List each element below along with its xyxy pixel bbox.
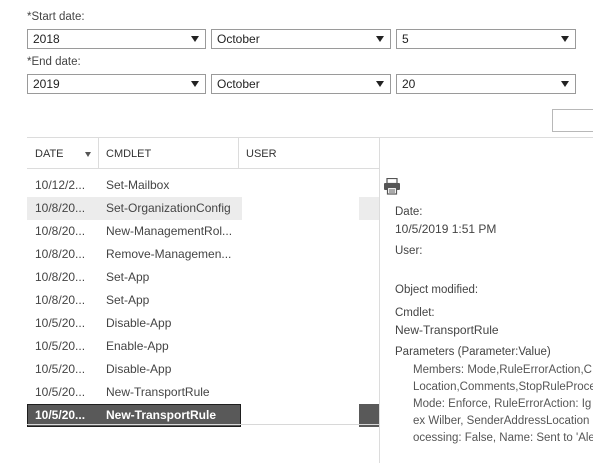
chevron-down-icon <box>376 36 384 42</box>
chevron-down-icon <box>561 36 569 42</box>
chevron-down-icon <box>191 36 199 42</box>
row-cmdlet: New-ManagementRol... <box>106 224 233 238</box>
row-date: 10/5/20... <box>35 362 86 376</box>
printer-icon[interactable] <box>383 178 401 195</box>
end-year-select[interactable]: 2019 <box>27 74 206 94</box>
row-date: 10/8/20... <box>35 293 86 307</box>
detail-date-label: Date: <box>395 206 423 218</box>
row-hover-highlight <box>359 197 379 220</box>
row-cmdlet: Disable-App <box>106 316 172 330</box>
table-row[interactable]: 10/5/20... Enable-App <box>27 335 379 358</box>
row-date: 10/5/20... <box>35 339 86 353</box>
start-day-value: 5 <box>402 32 409 46</box>
column-header-user-label: USER <box>246 148 277 160</box>
start-date-label: *Start date: <box>27 11 85 23</box>
table-row[interactable]: 10/8/20... Set-App <box>27 266 379 289</box>
detail-cmdlet-label: Cmdlet: <box>395 307 435 319</box>
start-year-select[interactable]: 2018 <box>27 29 206 49</box>
detail-param-line: Location,Comments,StopRuleProce <box>413 381 593 393</box>
row-cmdlet: Disable-App <box>106 362 172 376</box>
row-cmdlet: Enable-App <box>106 339 169 353</box>
column-header-cmdlet-label: CMDLET <box>106 148 152 160</box>
start-day-select[interactable]: 5 <box>396 29 576 49</box>
start-year-value: 2018 <box>33 32 60 46</box>
audit-list: 10/12/2... Set-Mailbox 10/8/20... Set-Or… <box>27 174 379 427</box>
detail-user-label: User: <box>395 245 423 257</box>
row-date: 10/5/20... <box>35 316 86 330</box>
table-row[interactable]: 10/8/20... Set-OrganizationConfig <box>27 197 379 220</box>
table-row[interactable]: 10/5/20... Disable-App <box>27 312 379 335</box>
row-date: 10/5/20... <box>35 385 86 399</box>
column-header-cmdlet[interactable]: CMDLET <box>98 138 238 169</box>
end-month-value: October <box>217 77 260 91</box>
row-cmdlet: Remove-Managemen... <box>106 247 232 261</box>
column-header-date[interactable]: DATE <box>27 138 98 169</box>
end-month-select[interactable]: October <box>211 74 391 94</box>
start-month-value: October <box>217 32 260 46</box>
detail-params-label: Parameters (Parameter:Value) <box>395 346 551 358</box>
row-date: 10/8/20... <box>35 224 86 238</box>
start-month-select[interactable]: October <box>211 29 391 49</box>
end-day-select[interactable]: 20 <box>396 74 576 94</box>
end-day-value: 20 <box>402 77 416 91</box>
row-date: 10/8/20... <box>35 201 86 215</box>
column-header-user[interactable]: USER <box>238 138 378 169</box>
row-date: 10/12/2... <box>35 178 86 192</box>
sort-desc-icon <box>85 152 91 157</box>
chevron-down-icon <box>191 81 199 87</box>
table-row[interactable]: 10/8/20... New-ManagementRol... <box>27 220 379 243</box>
row-date: 10/5/20... <box>35 408 86 422</box>
details-pane: Date: 10/5/2019 1:51 PM User: Object mod… <box>380 138 593 463</box>
row-cmdlet: Set-Mailbox <box>106 178 170 192</box>
detail-param-line: ex Wilber, SenderAddressLocation <box>413 415 590 427</box>
detail-param-line: ocessing: False, Name: Sent to 'Ale <box>413 432 593 444</box>
table-row[interactable]: 10/12/2... Set-Mailbox <box>27 174 379 197</box>
row-cmdlet: New-TransportRule <box>106 385 210 399</box>
row-cmdlet: New-TransportRule <box>106 408 217 422</box>
end-year-value: 2019 <box>33 77 60 91</box>
list-bottom-border <box>27 424 380 425</box>
table-header: DATE CMDLET USER <box>27 138 379 169</box>
row-cmdlet: Set-App <box>106 270 150 284</box>
end-date-label: *End date: <box>27 56 81 68</box>
row-date: 10/8/20... <box>35 247 86 261</box>
row-date: 10/8/20... <box>35 270 86 284</box>
detail-cmdlet-value: New-TransportRule <box>395 323 499 337</box>
chevron-down-icon <box>561 81 569 87</box>
detail-param-line: Mode: Enforce, RuleErrorAction: Ig <box>413 398 592 410</box>
table-row[interactable]: 10/8/20... Remove-Managemen... <box>27 243 379 266</box>
table-row[interactable]: 10/8/20... Set-App <box>27 289 379 312</box>
search-button[interactable] <box>552 109 593 132</box>
row-cmdlet: Set-OrganizationConfig <box>106 201 231 215</box>
row-cmdlet: Set-App <box>106 293 150 307</box>
chevron-down-icon <box>376 81 384 87</box>
table-row[interactable]: 10/5/20... Disable-App <box>27 358 379 381</box>
detail-date-value: 10/5/2019 1:51 PM <box>395 222 497 236</box>
detail-object-label: Object modified: <box>395 284 479 296</box>
detail-param-line: Members: Mode,RuleErrorAction,C <box>413 364 592 376</box>
table-row[interactable]: 10/5/20... New-TransportRule <box>27 381 379 404</box>
column-header-date-label: DATE <box>35 148 64 160</box>
